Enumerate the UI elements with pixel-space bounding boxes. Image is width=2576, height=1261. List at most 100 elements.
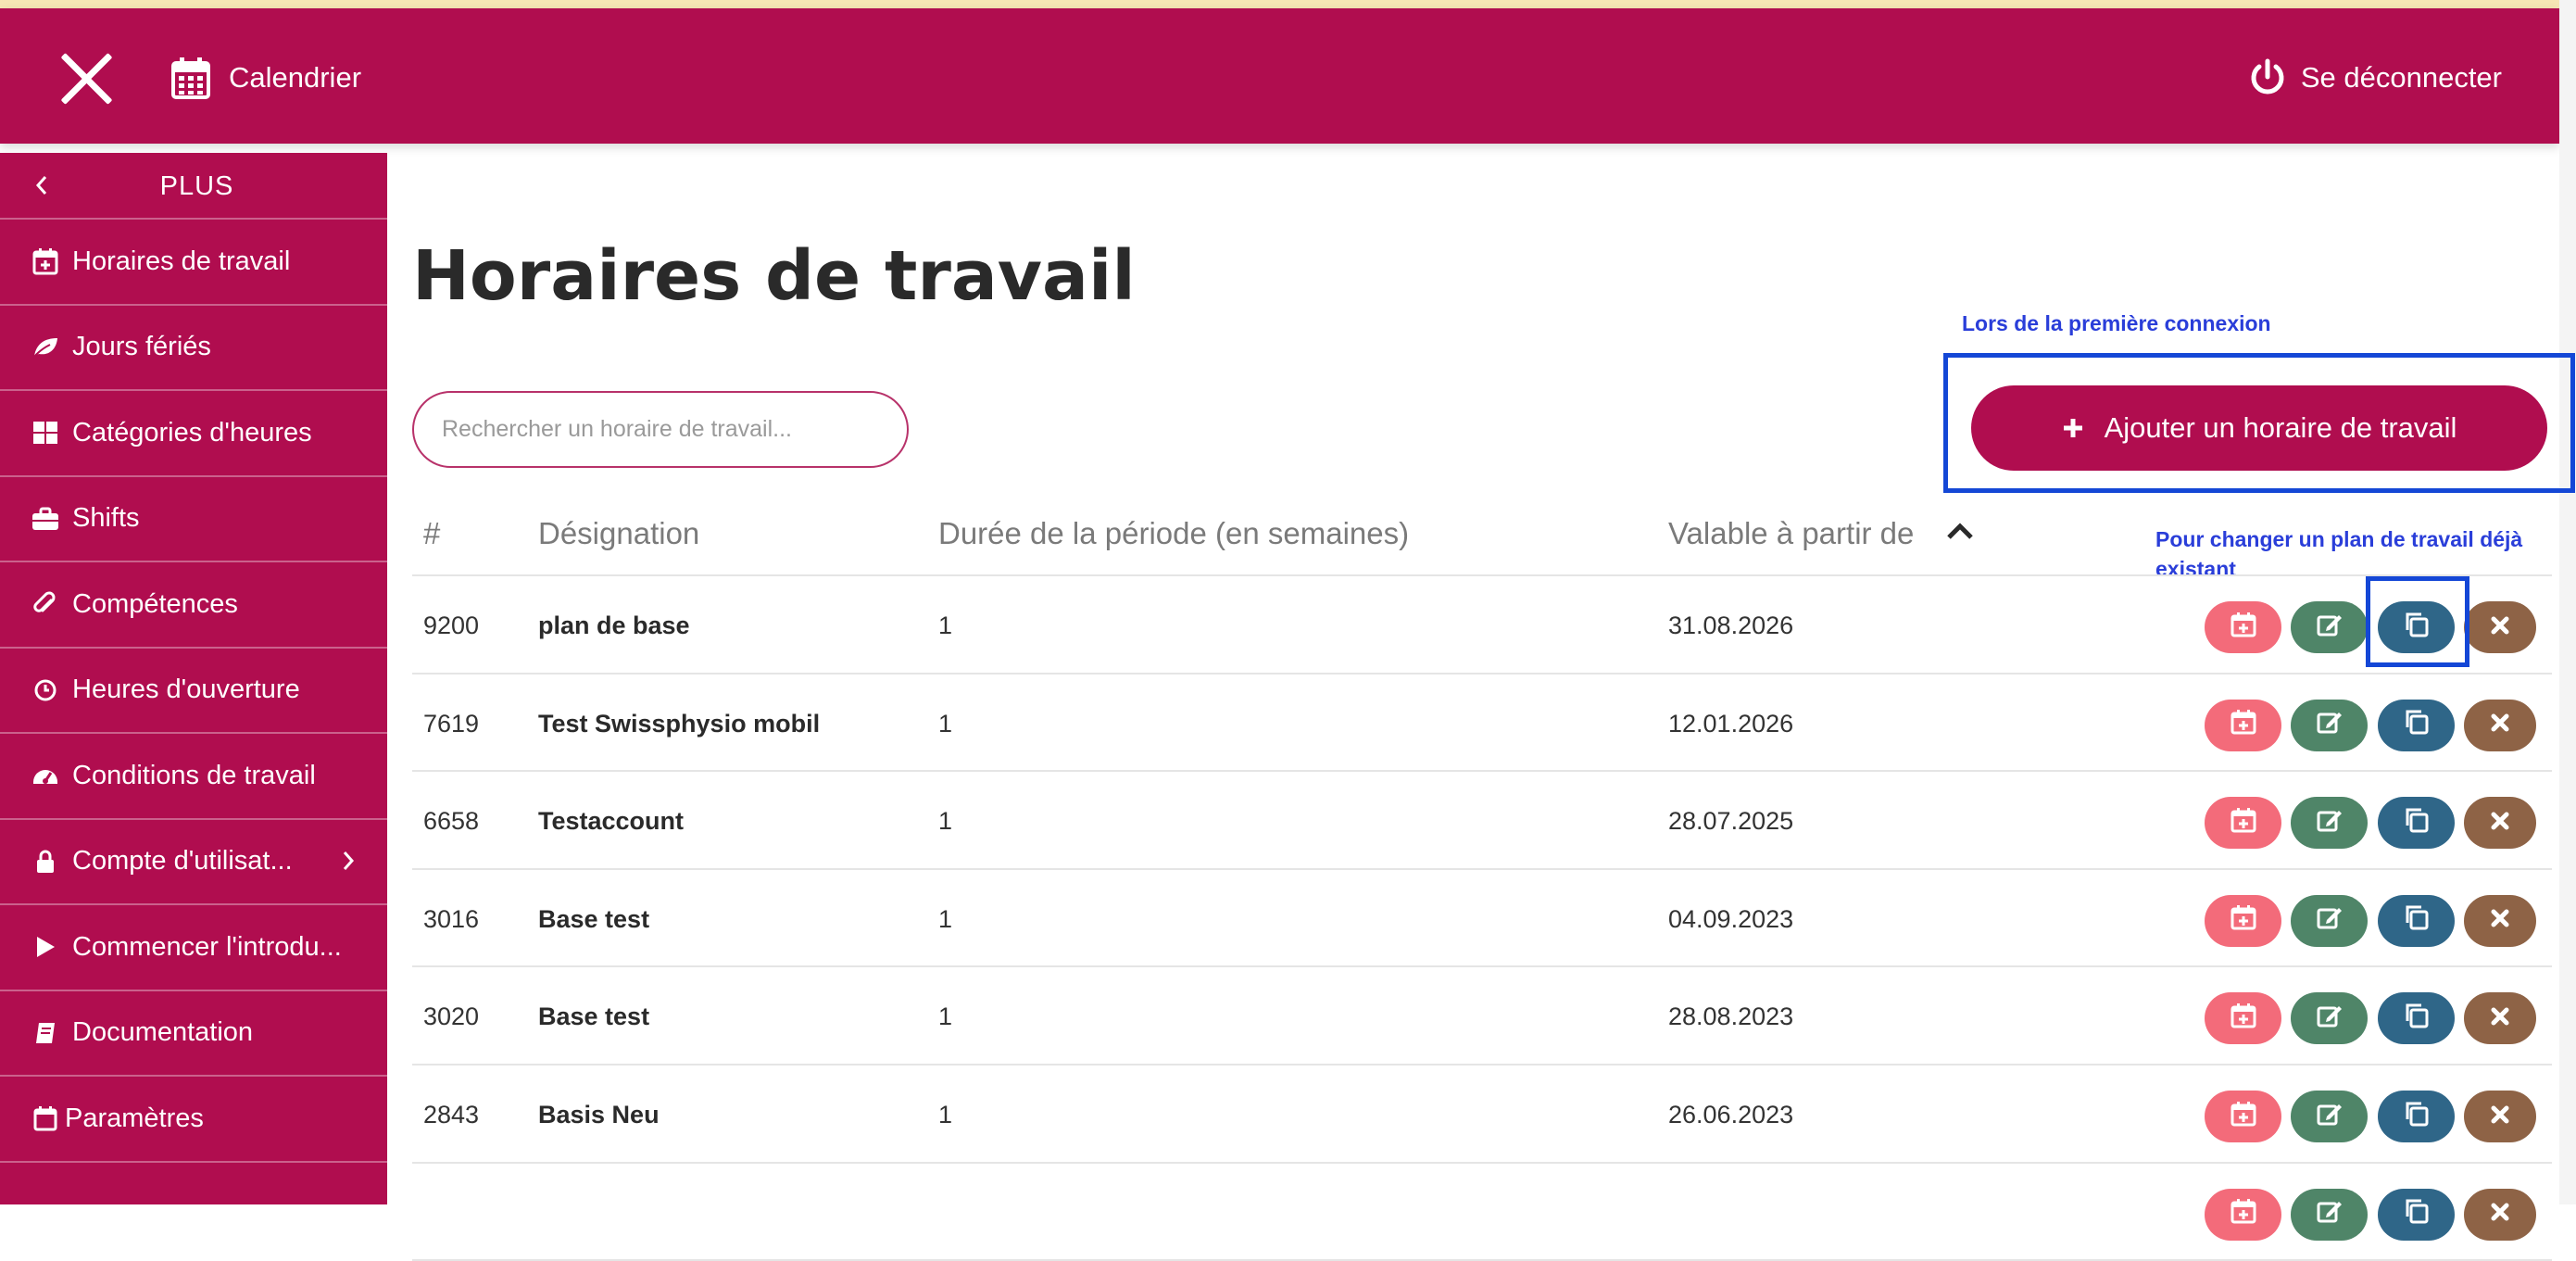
calendar-plus-icon — [31, 247, 59, 275]
delete-button[interactable] — [2464, 1188, 2536, 1241]
play-icon — [31, 933, 59, 961]
table-row: 2843 Basis Neu 1 26.06.2023 — [412, 1066, 2552, 1164]
column-header-id[interactable]: # — [423, 516, 440, 551]
edit-button[interactable] — [2291, 797, 2368, 850]
table-row: 6658 Testaccount 1 28.07.2025 — [412, 772, 2552, 870]
sidebar-item-label: Compte d'utilisat... — [72, 846, 293, 876]
copy-button[interactable] — [2378, 992, 2455, 1045]
copy-icon — [2403, 903, 2431, 938]
sidebar-item-conditions[interactable]: Conditions de travail — [0, 734, 387, 820]
edit-icon — [2316, 709, 2344, 741]
edit-icon — [2316, 1002, 2344, 1035]
copy-icon — [2403, 1197, 2431, 1231]
copy-button[interactable] — [2378, 797, 2455, 850]
calendar-icon — [171, 57, 210, 99]
sidebar-item-horaires[interactable]: Horaires de travail — [0, 220, 387, 306]
row-designation: plan de base — [538, 612, 690, 639]
table-row: 3016 Base test 1 04.09.2023 — [412, 870, 2552, 968]
sidebar-header[interactable]: PLUS — [0, 153, 387, 220]
row-id: 7619 — [423, 709, 480, 738]
copy-button[interactable] — [2378, 699, 2455, 751]
row-id: 6658 — [423, 807, 480, 836]
row-valid-from: 04.09.2023 — [1668, 904, 1794, 933]
grid-icon — [31, 419, 59, 447]
sidebar-item-documentation[interactable]: Documentation — [0, 991, 387, 1077]
add-calendar-button[interactable] — [2205, 1091, 2281, 1142]
sidebar-item-compte[interactable]: Compte d'utilisat... — [0, 820, 387, 905]
edit-button[interactable] — [2291, 992, 2368, 1045]
add-calendar-button[interactable] — [2205, 1188, 2281, 1241]
calendar-plus-icon — [2230, 1197, 2257, 1231]
add-calendar-button[interactable] — [2205, 797, 2281, 850]
edit-button[interactable] — [2291, 1188, 2368, 1241]
close-icon[interactable] — [54, 45, 119, 110]
paperclip-icon — [31, 590, 59, 618]
top-strip — [0, 0, 2559, 8]
edit-icon — [2316, 807, 2344, 839]
sidebar-item-shifts[interactable]: Shifts — [0, 477, 387, 562]
leaf-icon — [31, 334, 59, 361]
row-id: 3016 — [423, 904, 480, 933]
edit-button[interactable] — [2291, 894, 2368, 947]
briefcase-icon — [31, 505, 59, 533]
close-icon — [2490, 711, 2510, 739]
row-duration: 1 — [938, 904, 953, 933]
edit-button[interactable] — [2291, 699, 2368, 751]
row-duration: 1 — [938, 709, 953, 738]
sidebar-item-jours-feries[interactable]: Jours fériés — [0, 306, 387, 391]
row-designation: Basis Neu — [538, 1101, 660, 1129]
search-input[interactable] — [412, 391, 909, 468]
calendar-plus-icon — [2230, 806, 2257, 840]
sidebar-item-heures-ouverture[interactable]: Heures d'ouverture — [0, 649, 387, 734]
copy-button[interactable] — [2378, 1188, 2455, 1241]
sidebar-item-label: Documentation — [72, 1017, 254, 1048]
edit-icon — [2316, 904, 2344, 937]
sidebar-item-parametres[interactable]: Paramètres — [0, 1077, 387, 1163]
logout-button[interactable]: Se déconnecter — [2249, 50, 2502, 106]
close-icon — [2490, 906, 2510, 935]
table-header: # Désignation Durée de la période (en se… — [412, 505, 2552, 576]
sidebar-item-label: Commencer l'introdu... — [72, 931, 342, 962]
add-schedule-button[interactable]: Ajouter un horaire de travail — [1971, 385, 2547, 471]
copy-icon — [2403, 1100, 2431, 1134]
sidebar-item-label: Compétences — [72, 588, 238, 619]
sort-ascending-icon[interactable] — [1945, 521, 1975, 543]
add-calendar-button[interactable] — [2205, 699, 2281, 751]
sidebar: PLUS Horaires de travail Jours fériés Ca… — [0, 153, 387, 1204]
add-calendar-button[interactable] — [2205, 894, 2281, 947]
row-valid-from: 31.08.2026 — [1668, 612, 1794, 639]
delete-button[interactable] — [2464, 699, 2536, 751]
column-header-duration[interactable]: Durée de la période (en semaines) — [938, 516, 1409, 551]
sidebar-item-label: Catégories d'heures — [72, 417, 312, 448]
add-calendar-button[interactable] — [2205, 992, 2281, 1045]
delete-button[interactable] — [2464, 1091, 2536, 1142]
column-header-valid-from[interactable]: Valable à partir de — [1668, 516, 1914, 551]
edit-icon — [2316, 1198, 2344, 1230]
sidebar-item-introduction[interactable]: Commencer l'introdu... — [0, 905, 387, 991]
column-header-designation[interactable]: Désignation — [538, 516, 699, 551]
sidebar-item-competences[interactable]: Compétences — [0, 562, 387, 649]
copy-button[interactable] — [2378, 894, 2455, 947]
gauge-icon — [31, 762, 59, 789]
delete-button[interactable] — [2464, 797, 2536, 850]
row-designation: Base test — [538, 1002, 650, 1031]
edit-button[interactable] — [2291, 601, 2368, 653]
chevron-right-icon — [343, 851, 355, 870]
row-id: 9200 — [423, 612, 480, 639]
copy-button[interactable] — [2378, 1091, 2455, 1142]
close-icon — [2490, 1103, 2510, 1131]
edit-button[interactable] — [2291, 1091, 2368, 1142]
plus-icon — [2063, 419, 2082, 437]
add-calendar-button[interactable] — [2205, 601, 2281, 653]
close-icon — [2490, 809, 2510, 838]
delete-button[interactable] — [2464, 601, 2536, 653]
close-icon — [2490, 613, 2510, 642]
delete-button[interactable] — [2464, 894, 2536, 947]
delete-button[interactable] — [2464, 992, 2536, 1045]
calendar-link[interactable]: Calendrier — [171, 50, 361, 106]
row-designation: Base test — [538, 904, 650, 933]
table-row: 9200 plan de base 1 31.08.2026 — [412, 576, 2552, 675]
top-bar: Calendrier Se déconnecter — [0, 8, 2559, 144]
sidebar-item-categories[interactable]: Catégories d'heures — [0, 391, 387, 477]
annotation-first-login: Lors de la première connexion — [1962, 311, 2271, 335]
